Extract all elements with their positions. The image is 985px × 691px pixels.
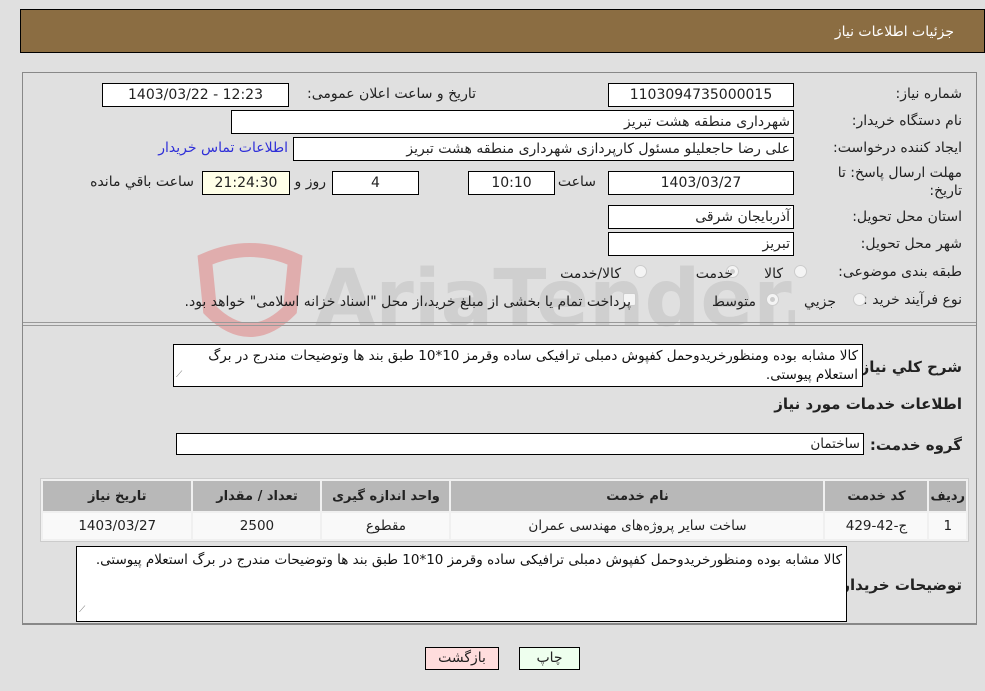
page-header: جزئیات اطلاعات نیاز xyxy=(20,9,985,53)
deadline-time-label: ساعت xyxy=(557,174,596,190)
requester-label: ایجاد کننده درخواست: xyxy=(833,140,962,156)
buyer-org-field: شهرداری منطقه هشت تبریز xyxy=(231,110,794,134)
cell-quantity: 2500 xyxy=(193,513,321,539)
treasury-note: پرداخت تمام یا بخشی از مبلغ خرید،از محل … xyxy=(184,294,631,310)
column-header-quantity: تعداد / مقدار xyxy=(193,481,321,511)
days-label: روز و xyxy=(294,174,327,190)
time-remaining-label: ساعت باقي مانده xyxy=(90,174,194,190)
column-header-need-date: تاریخ نیاز xyxy=(43,481,192,511)
need-number-label: شماره نیاز: xyxy=(895,86,963,102)
back-button[interactable]: بازگشت xyxy=(425,647,499,670)
details-panel: شماره نیاز: 1103094735000015 تاریخ و ساع… xyxy=(22,72,977,625)
cell-need-date: 1403/03/27 xyxy=(43,513,192,539)
buyer-contact-link[interactable]: اطلاعات تماس خریدار xyxy=(158,140,288,156)
divider xyxy=(23,325,976,326)
purchase-option-medium: متوسط xyxy=(712,294,756,310)
resize-handle-icon[interactable]: ⟋ xyxy=(176,366,182,385)
buyer-org-label: نام دستگاه خریدار: xyxy=(851,113,962,129)
purchase-type-label: نوع فرآیند خرید : xyxy=(863,292,962,308)
deadline-label: مهلت ارسال پاسخ: تا xyxy=(837,165,962,181)
cell-unit: مقطوع xyxy=(322,513,450,539)
need-number-field: 1103094735000015 xyxy=(608,83,794,107)
buyer-notes-text: کالا مشابه بوده ومنظورخریدوحمل کفپوش دمب… xyxy=(95,552,842,568)
category-radio-goods[interactable] xyxy=(794,265,807,278)
deadline-time-field: 10:10 xyxy=(468,171,555,195)
purchase-option-minor: جزيي xyxy=(804,294,836,310)
services-section-title: اطلاعات خدمات مورد نیاز xyxy=(774,395,962,413)
buyer-notes-textarea[interactable]: کالا مشابه بوده ومنظورخریدوحمل کفپوش دمب… xyxy=(76,546,847,622)
category-radio-goods-service[interactable] xyxy=(634,265,647,278)
category-option-service: خدمت xyxy=(695,266,733,282)
cell-row-number: 1 xyxy=(929,513,966,539)
general-description-text: کالا مشابه بوده ومنظورخریدوحمل کفپوش دمب… xyxy=(208,348,858,383)
column-header-service-code: کد خدمت xyxy=(825,481,928,511)
buyer-notes-label: توضیحات خریدار: xyxy=(835,576,962,594)
cell-service-name: ساخت سایر پروژه‌های مهندسی عمران xyxy=(451,513,824,539)
province-label: استان محل تحویل: xyxy=(852,209,962,225)
category-label: طبقه بندی موضوعی: xyxy=(838,264,962,280)
service-group-label: گروه خدمت: xyxy=(869,436,962,454)
service-group-field: ساختمان xyxy=(176,433,864,455)
column-header-row-number: ردیف xyxy=(929,481,966,511)
purchase-radio-medium[interactable] xyxy=(766,293,779,306)
deadline-date-field: 1403/03/27 xyxy=(608,171,794,195)
column-header-service-name: نام خدمت xyxy=(451,481,824,511)
purchase-radio-minor[interactable] xyxy=(853,293,866,306)
category-option-goods: کالا xyxy=(764,266,783,282)
requester-field: علی رضا حاجعلیلو مسئول کارپردازی شهرداری… xyxy=(293,137,794,161)
announce-datetime-field: 1403/03/22 - 12:23 xyxy=(102,83,289,107)
services-table: ردیف کد خدمت نام خدمت واحد اندازه گیری ت… xyxy=(40,478,969,542)
category-option-goods-service: کالا/خدمت xyxy=(560,266,621,282)
city-label: شهر محل تحویل: xyxy=(860,236,962,252)
column-header-unit: واحد اندازه گیری xyxy=(322,481,450,511)
deadline-label-date: تاریخ: xyxy=(929,183,962,199)
table-row: 1 ج-42-429 ساخت سایر پروژه‌های مهندسی عم… xyxy=(43,513,966,539)
print-button[interactable]: چاپ xyxy=(519,647,580,670)
days-remaining-field: 4 xyxy=(332,171,419,195)
general-description-label: شرح کلي نياز: xyxy=(854,358,962,376)
province-field: آذربایجان شرقی xyxy=(608,205,794,229)
table-header-row: ردیف کد خدمت نام خدمت واحد اندازه گیری ت… xyxy=(43,481,966,511)
divider xyxy=(23,322,976,323)
city-field: تبریز xyxy=(608,232,794,256)
resize-handle-icon[interactable]: ⟋ xyxy=(79,601,85,620)
general-description-textarea[interactable]: کالا مشابه بوده ومنظورخریدوحمل کفپوش دمب… xyxy=(173,344,863,387)
time-remaining-field: 21:24:30 xyxy=(202,171,290,195)
cell-service-code: ج-42-429 xyxy=(825,513,928,539)
announce-datetime-label: تاریخ و ساعت اعلان عمومی: xyxy=(307,86,476,102)
page-title: جزئیات اطلاعات نیاز xyxy=(834,24,954,40)
